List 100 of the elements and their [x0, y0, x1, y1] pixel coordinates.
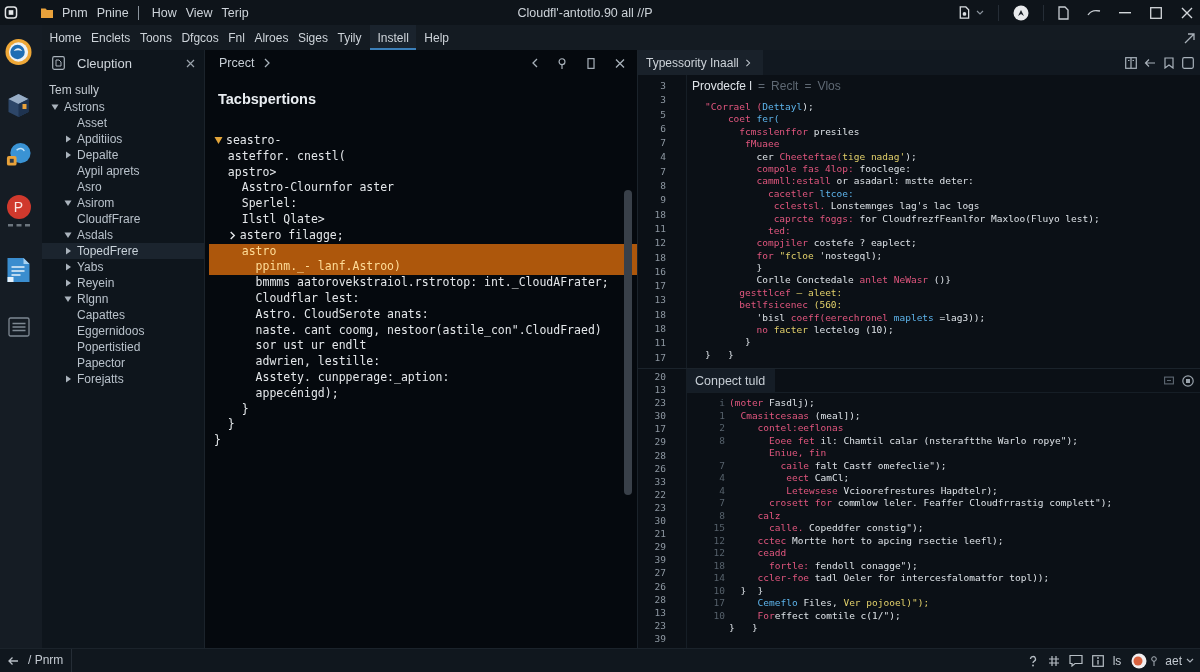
avatar-icon[interactable]: [1131, 652, 1148, 669]
diagonal-arrow-icon[interactable]: [1184, 31, 1196, 44]
status-item[interactable]: aet: [1165, 653, 1182, 668]
more-icon[interactable]: [7, 224, 30, 227]
scrollbar[interactable]: [624, 190, 632, 495]
maximize-icon[interactable]: [1150, 6, 1162, 19]
code-line: ccler-foe tadl Oeler for intercesfalomatfor topl));: [757, 572, 1050, 583]
info-icon[interactable]: [1091, 654, 1104, 667]
caret-right-icon[interactable]: [64, 135, 72, 143]
tree-item[interactable]: TopedFrere: [42, 243, 204, 259]
pin-icon[interactable]: [557, 57, 567, 69]
tree-item[interactable]: Asro: [77, 179, 102, 195]
bubble-icon[interactable]: [4, 141, 32, 169]
hash-icon[interactable]: [1047, 654, 1060, 667]
menu-item[interactable]: Help: [419, 25, 454, 50]
breadcrumb-separator: =: [758, 80, 766, 93]
line-number: 7: [660, 164, 666, 179]
folder-icon[interactable]: [41, 7, 53, 18]
close-icon[interactable]: [615, 57, 625, 69]
title-menu-item[interactable]: View: [185, 5, 213, 20]
chevron-left-icon[interactable]: [532, 58, 538, 68]
caret-right-icon[interactable]: [64, 151, 72, 159]
caret-right-icon[interactable]: [64, 263, 72, 271]
tree-item[interactable]: Asirom: [64, 195, 115, 211]
tree-item[interactable]: Yabs: [64, 259, 104, 275]
menu-item[interactable]: Enclets: [86, 25, 135, 50]
document-icon[interactable]: [1058, 5, 1069, 20]
editor-tab[interactable]: Typessority Inaall: [638, 50, 763, 75]
tree-item[interactable]: Depalte: [64, 147, 119, 163]
title-menu-item[interactable]: How: [151, 5, 177, 20]
fold-caret-icon[interactable]: [214, 136, 223, 146]
columns-icon[interactable]: [1125, 56, 1137, 69]
chat-icon[interactable]: [1068, 654, 1083, 667]
caret-down-icon[interactable]: [51, 103, 59, 111]
window-title: Cloudfl'-antotlo.90 all //P: [517, 5, 654, 20]
breadcrumb-item[interactable]: Provdecfe l: [692, 80, 753, 93]
menu-item[interactable]: Fnl: [223, 25, 250, 50]
square-icon[interactable]: [1182, 56, 1194, 69]
menu-item[interactable]: Toons: [135, 25, 177, 50]
caret-down-icon[interactable]: [1186, 658, 1194, 663]
panel-tab[interactable]: Conpect tuld: [687, 369, 776, 392]
tree-item[interactable]: Aypil aprets: [77, 163, 140, 179]
menu-item[interactable]: Siges: [293, 25, 333, 50]
caret-down-icon[interactable]: [64, 199, 72, 207]
title-menu-item[interactable]: Pnine: [96, 5, 129, 20]
chevron-right-icon[interactable]: [744, 58, 751, 67]
tree-item[interactable]: Asdals: [64, 227, 114, 243]
panel-icon[interactable]: [586, 57, 596, 69]
line-number: 17: [654, 422, 666, 436]
bookmark-icon[interactable]: [1163, 56, 1175, 69]
app-logo-icon[interactable]: [4, 6, 18, 19]
ring-icon[interactable]: [1182, 374, 1194, 387]
caret-down-icon[interactable]: [64, 295, 72, 303]
menu-item[interactable]: Dfgcos: [176, 25, 224, 50]
tree-item[interactable]: Rlgnn: [64, 291, 109, 307]
tree-item[interactable]: Reyein: [64, 275, 115, 291]
tile-icon[interactable]: [1164, 375, 1174, 386]
menu-item[interactable]: Tyily: [333, 25, 366, 50]
caret-down-icon[interactable]: [64, 231, 72, 239]
tree-item[interactable]: Forejatts: [64, 371, 124, 387]
title-menu-item[interactable]: Pnm: [62, 5, 88, 20]
tree-item[interactable]: Eggernidoos: [77, 323, 145, 339]
editor-tab[interactable]: Prcect: [219, 50, 271, 76]
line-number: 17: [654, 350, 666, 365]
back-arrow-icon[interactable]: [1144, 56, 1156, 69]
ring-logo-icon[interactable]: [4, 38, 32, 66]
line-number: 13: [654, 293, 666, 308]
title-menu-item[interactable]: Terip: [221, 5, 249, 20]
close-icon[interactable]: [1181, 6, 1193, 19]
circle-icon[interactable]: [1013, 4, 1029, 21]
tree-item[interactable]: Apditiios: [64, 131, 123, 147]
code-line: Asstro-Clournfor aster: [241, 180, 395, 197]
caret-right-icon[interactable]: [64, 247, 72, 255]
back-arrow-icon[interactable]: [7, 654, 19, 667]
status-item[interactable]: ls: [1112, 653, 1122, 668]
caret-right-icon[interactable]: [64, 375, 72, 383]
tree-item[interactable]: CloudfFrare: [77, 211, 141, 227]
caret-down-icon[interactable]: [976, 10, 984, 15]
explorer-icon[interactable]: [52, 56, 65, 70]
caret-right-icon[interactable]: [64, 279, 72, 287]
line-number: 12: [713, 547, 725, 560]
menu-item[interactable]: Instell: [370, 25, 416, 50]
close-icon[interactable]: [186, 58, 195, 68]
tree-item[interactable]: Papector: [77, 355, 126, 371]
tree-item[interactable]: Asset: [77, 115, 107, 131]
code-line: } }: [729, 622, 758, 633]
tree-item[interactable]: Popertistied: [77, 339, 141, 355]
curve-icon[interactable]: [1087, 9, 1101, 16]
profile-button[interactable]: P: [6, 195, 31, 219]
pin-icon[interactable]: [1151, 655, 1158, 666]
tree-item[interactable]: Astrons: [51, 99, 105, 115]
list-icon[interactable]: [8, 317, 30, 337]
menu-item[interactable]: Alroes: [249, 25, 293, 50]
minimize-icon[interactable]: [1119, 11, 1131, 14]
chevron-right-icon[interactable]: [227, 231, 237, 241]
status-path[interactable]: / Pnrm: [28, 649, 73, 672]
menu-item[interactable]: Home: [45, 25, 86, 50]
page-icon[interactable]: [957, 6, 971, 19]
chevron-right-icon[interactable]: [264, 58, 271, 68]
tree-item[interactable]: Capattes: [77, 307, 126, 323]
